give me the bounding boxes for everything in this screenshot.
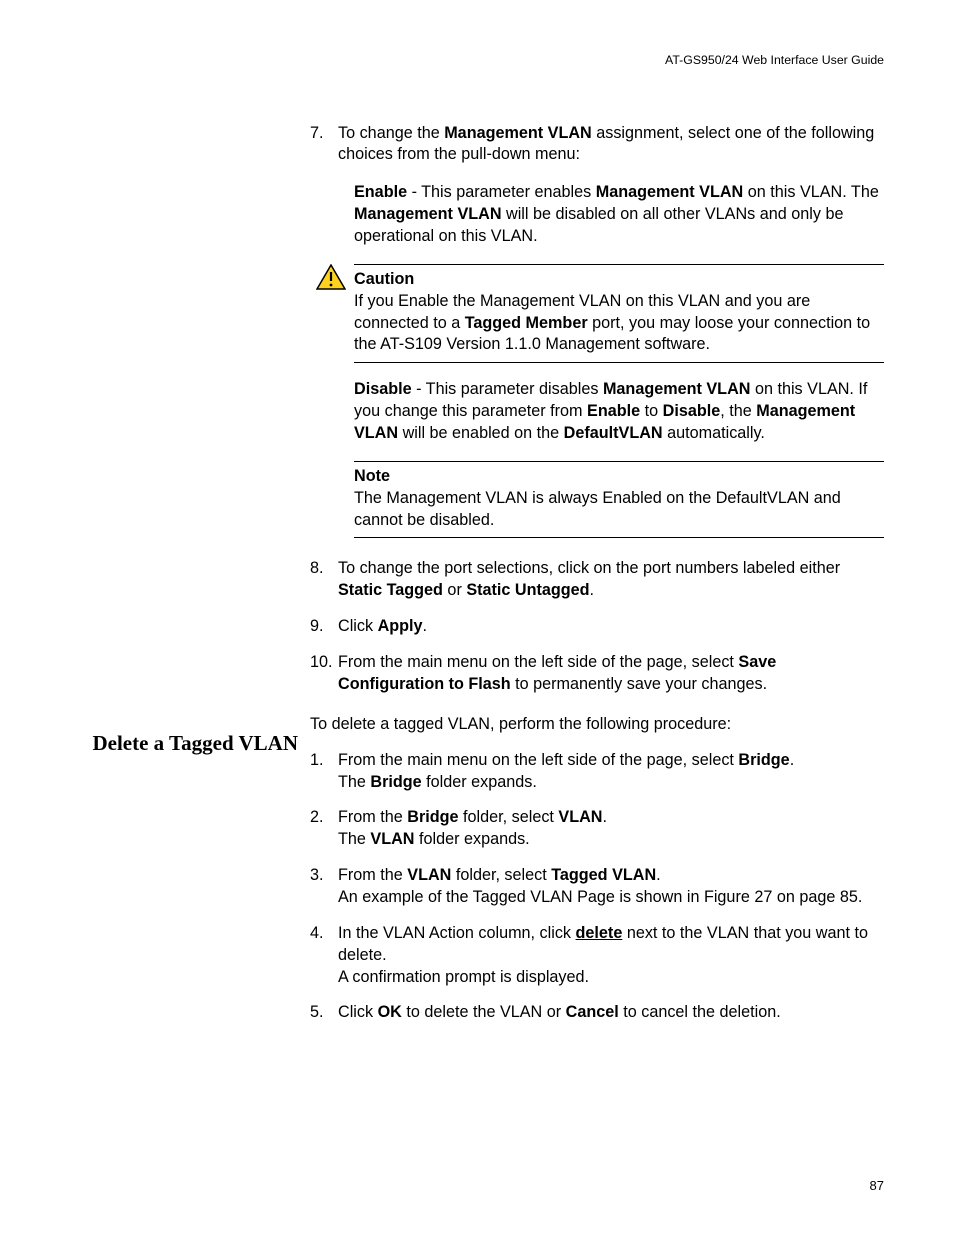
list-number: 10. (310, 652, 338, 696)
list-number: 2. (310, 807, 338, 851)
list-number: 8. (310, 558, 338, 602)
list-body: From the main menu on the left side of t… (338, 652, 884, 696)
caution-icon (316, 264, 346, 297)
list-body: From the VLAN folder, select Tagged VLAN… (338, 865, 884, 909)
list-item: 9. Click Apply. (310, 616, 884, 638)
page: AT-GS950/24 Web Interface User Guide 7. … (0, 0, 954, 1235)
page-number: 87 (870, 1177, 884, 1195)
list-body: From the main menu on the left side of t… (338, 750, 884, 794)
running-header: AT-GS950/24 Web Interface User Guide (70, 52, 884, 69)
list-number: 4. (310, 923, 338, 989)
list-body: To change the Management VLAN assignment… (338, 123, 884, 167)
list-body: In the VLAN Action column, click delete … (338, 923, 884, 989)
callout-title: Note (354, 462, 884, 488)
callout-title: Caution (354, 265, 884, 291)
list-item: 10. From the main menu on the left side … (310, 652, 884, 696)
list-item: 5. Click OK to delete the VLAN or Cancel… (310, 1002, 884, 1024)
list-number: 5. (310, 1002, 338, 1024)
list-body: From the Bridge folder, select VLAN. The… (338, 807, 884, 851)
list-item: 7. To change the Management VLAN assignm… (310, 123, 884, 167)
list-number: 3. (310, 865, 338, 909)
callout-body: The Management VLAN is always Enabled on… (354, 488, 884, 538)
side-heading: Delete a Tagged VLAN (70, 730, 298, 756)
caution-callout: Caution If you Enable the Management VLA… (354, 264, 884, 363)
paragraph: Enable - This parameter enables Manageme… (354, 182, 884, 248)
list-number: 9. (310, 616, 338, 638)
list-item: 4. In the VLAN Action column, click dele… (310, 923, 884, 989)
list-body: Click OK to delete the VLAN or Cancel to… (338, 1002, 884, 1024)
list-item: 8. To change the port selections, click … (310, 558, 884, 602)
list-number: 1. (310, 750, 338, 794)
list-item: 3. From the VLAN folder, select Tagged V… (310, 865, 884, 909)
list-item: 1. From the main menu on the left side o… (310, 750, 884, 794)
list-body: Click Apply. (338, 616, 884, 638)
list-body: To change the port selections, click on … (338, 558, 884, 602)
main-content: 7. To change the Management VLAN assignm… (310, 123, 884, 1025)
note-callout: Note The Management VLAN is always Enabl… (354, 461, 884, 539)
callout-body: If you Enable the Management VLAN on thi… (354, 291, 884, 363)
section-intro: To delete a tagged VLAN, perform the fol… (310, 714, 884, 736)
paragraph: Disable - This parameter disables Manage… (354, 379, 884, 445)
list-number: 7. (310, 123, 338, 167)
list-item: 2. From the Bridge folder, select VLAN. … (310, 807, 884, 851)
